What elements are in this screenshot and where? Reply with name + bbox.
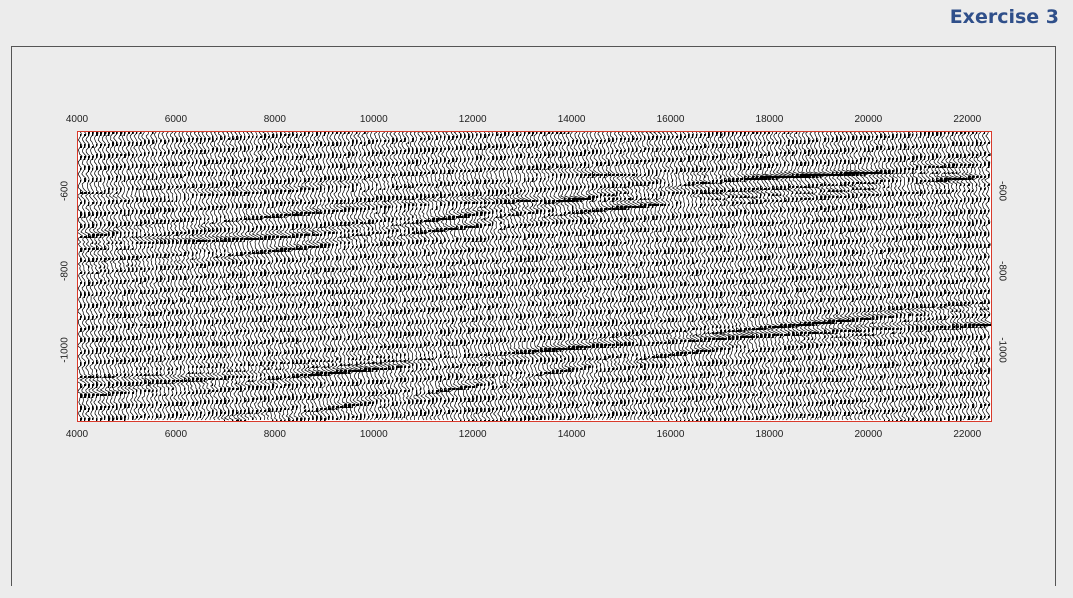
x-top-tick-label: 10000 xyxy=(359,114,388,125)
seismic-wiggle-traces xyxy=(78,132,991,421)
y-left-tick-label: -1000 xyxy=(59,337,71,364)
x-bottom-tick-label: 12000 xyxy=(458,429,487,440)
y-left-tick-label: -800 xyxy=(59,260,71,281)
x-bottom-tick-label: 8000 xyxy=(263,429,286,440)
x-bottom-tick-label: 16000 xyxy=(656,429,685,440)
x-bottom-tick-label: 22000 xyxy=(953,429,982,440)
x-top-tick-label: 14000 xyxy=(557,114,586,125)
x-top-tick-label: 22000 xyxy=(953,114,982,125)
x-top-tick-label: 12000 xyxy=(458,114,487,125)
x-bottom-tick-label: 18000 xyxy=(755,429,784,440)
x-bottom-tick-label: 14000 xyxy=(557,429,586,440)
y-left-tick-label: -600 xyxy=(59,180,71,201)
x-bottom-tick-label: 6000 xyxy=(164,429,188,440)
x-top-tick-label: 4000 xyxy=(65,114,89,125)
x-top-tick-label: 16000 xyxy=(656,114,685,125)
x-top-tick-label: 6000 xyxy=(164,114,188,125)
x-top-tick-label: 8000 xyxy=(263,114,286,125)
x-top-tick-label: 20000 xyxy=(854,114,883,125)
y-right-tick-label: -1000 xyxy=(996,337,1008,364)
x-bottom-tick-label: 20000 xyxy=(854,429,883,440)
seismic-section xyxy=(77,131,992,422)
x-bottom-tick-label: 4000 xyxy=(65,429,89,440)
x-top-tick-label: 18000 xyxy=(755,114,784,125)
x-bottom-tick-label: 10000 xyxy=(359,429,388,440)
y-right-tick-label: -800 xyxy=(996,260,1008,281)
y-right-tick-label: -600 xyxy=(996,180,1008,201)
slide-title: Exercise 3 xyxy=(949,6,1059,28)
wiggle-trace-group xyxy=(78,132,991,421)
